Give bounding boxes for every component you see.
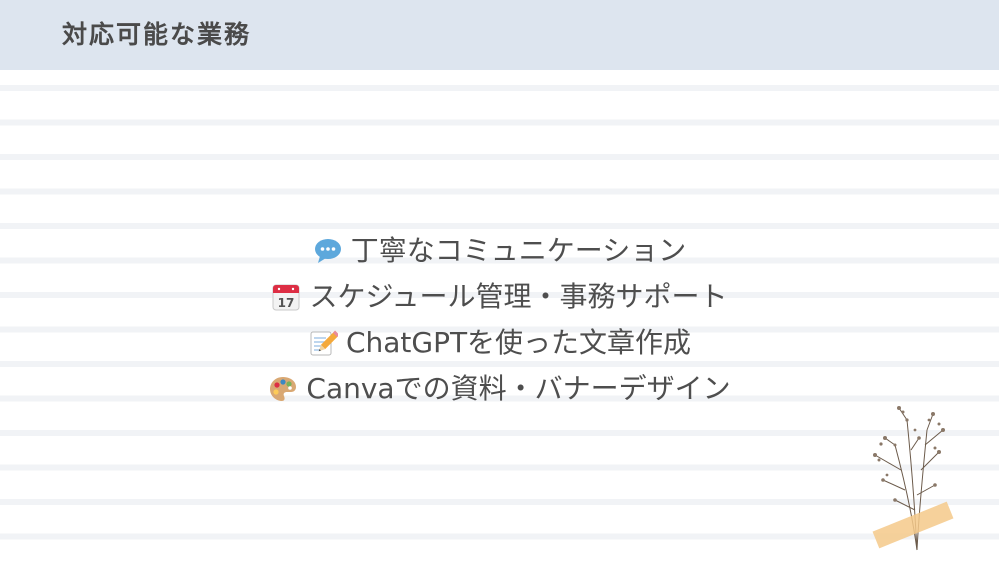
artist-palette-icon (268, 374, 298, 404)
service-list: 丁寧なコミュニケーション 17 スケジュール管理・事務サポート ChatGPTを… (0, 228, 999, 412)
service-item-design: Canvaでの資料・バナーデザイン (268, 366, 731, 412)
service-label: 丁寧なコミュニケーション (350, 234, 687, 267)
speech-balloon-icon (313, 236, 343, 266)
service-label: Canvaでの資料・バナーデザイン (306, 372, 731, 405)
memo-pencil-icon (308, 328, 338, 358)
dried-flower-tape-icon (855, 400, 965, 560)
service-label: ChatGPTを使った文章作成 (345, 326, 692, 359)
calendar-icon: 17 (271, 282, 301, 312)
header-bar: 対応可能な業務 (0, 0, 999, 70)
service-item-communication: 丁寧なコミュニケーション (313, 228, 686, 274)
service-item-writing: ChatGPTを使った文章作成 (308, 320, 691, 366)
service-label: スケジュール管理・事務サポート (309, 280, 728, 313)
service-item-schedule: 17 スケジュール管理・事務サポート (271, 274, 728, 320)
page-title: 対応可能な業務 (62, 20, 252, 49)
calendar-icon-date: 17 (278, 296, 295, 310)
